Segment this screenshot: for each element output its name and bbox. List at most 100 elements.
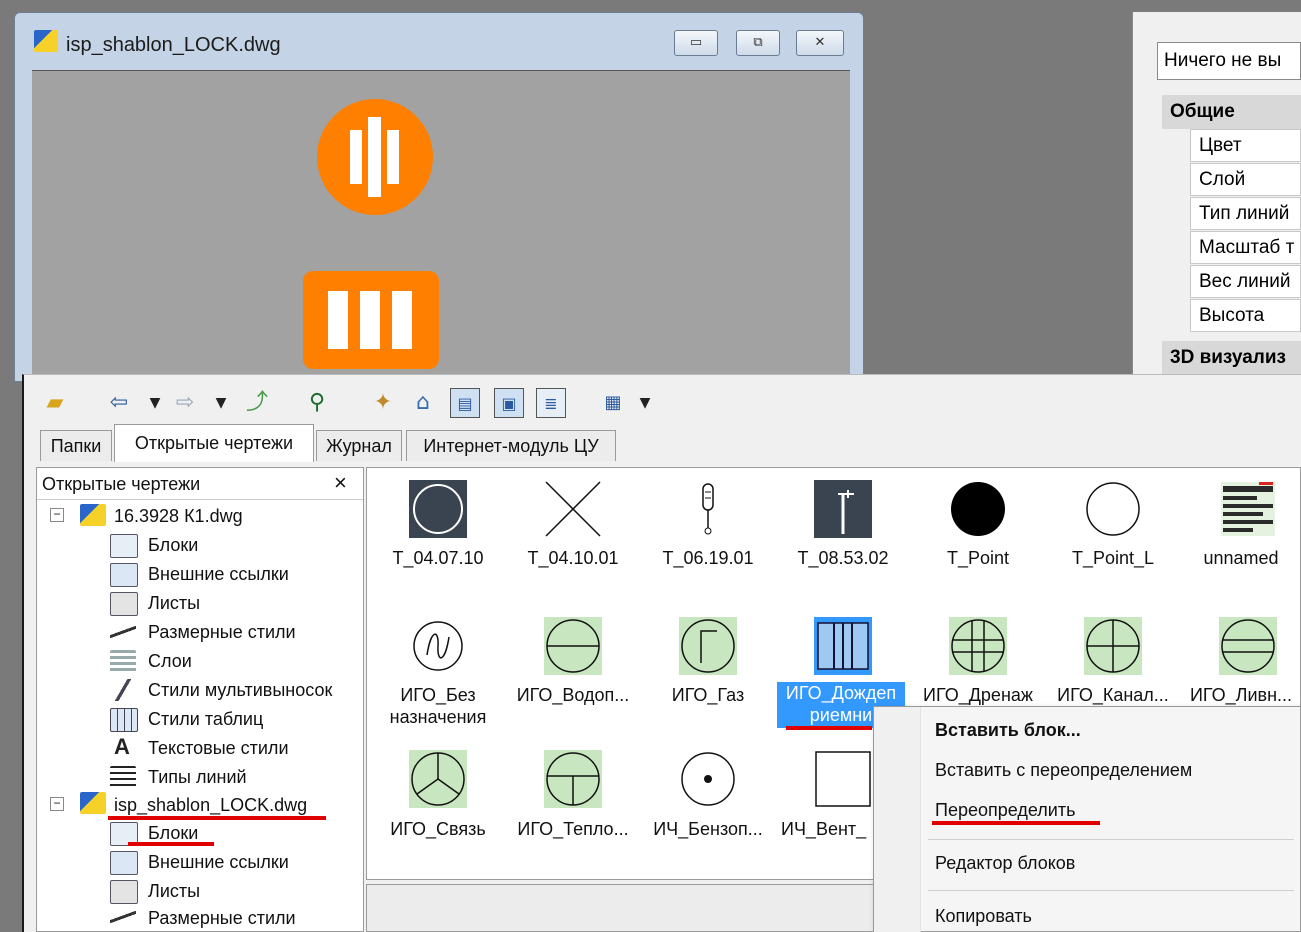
menu-item-insert-block[interactable]: Вставить блок...: [935, 720, 1081, 741]
block-label[interactable]: T_06.19.01: [641, 547, 775, 569]
annotation-underline: [786, 726, 872, 730]
tree-item[interactable]: Внешние ссылки: [148, 564, 289, 585]
tree-header-divider: [37, 499, 363, 500]
prop-row[interactable]: Слой: [1190, 163, 1301, 196]
tree-toggle-icon[interactable]: ▤: [450, 388, 480, 418]
load-folder-icon[interactable]: ▰: [40, 388, 70, 418]
block-label[interactable]: ИЧ_Бензоп...: [641, 818, 775, 840]
block-thumbnail[interactable]: [949, 480, 1007, 538]
block-label[interactable]: ИГО_Канал...: [1046, 684, 1180, 706]
block-thumbnail[interactable]: [679, 617, 737, 675]
home-icon[interactable]: ⌂: [408, 388, 438, 418]
block-thumbnail[interactable]: [814, 617, 872, 675]
tree-item[interactable]: Слои: [148, 651, 192, 672]
selection-dropdown[interactable]: Ничего не вы: [1157, 42, 1301, 80]
annotation-underline: [128, 842, 214, 846]
menu-item-block-editor[interactable]: Редактор блоков: [935, 853, 1075, 874]
tab-history[interactable]: Журнал: [316, 430, 402, 461]
block-thumbnail[interactable]: [544, 617, 602, 675]
block-thumbnail[interactable]: [544, 480, 602, 538]
tree-item[interactable]: Листы: [148, 593, 200, 614]
block-thumbnail[interactable]: [1219, 480, 1277, 538]
textstyles-icon: A: [114, 734, 130, 759]
tree-item[interactable]: Листы: [148, 881, 200, 902]
block-label[interactable]: ИЧ_Вент_: [781, 818, 873, 840]
prop-row[interactable]: Масштаб т: [1190, 231, 1301, 264]
menu-item-copy[interactable]: Копировать: [935, 906, 1032, 927]
block-label[interactable]: ИГО_Дренаж: [911, 684, 1045, 706]
tree-close-button[interactable]: ×: [334, 470, 347, 496]
prop-row[interactable]: Цвет: [1190, 129, 1301, 162]
tree-item[interactable]: Блоки: [148, 823, 198, 844]
block-label[interactable]: T_Point: [911, 547, 1045, 569]
back-arrow-icon[interactable]: ⇦: [104, 388, 134, 418]
xref-icon: [110, 851, 138, 875]
block-thumbnail[interactable]: [814, 480, 872, 538]
block-label[interactable]: unnamed: [1181, 547, 1301, 569]
tab-folders[interactable]: Папки: [40, 430, 112, 461]
description-toggle-icon[interactable]: ≣: [536, 388, 566, 418]
category-general[interactable]: Общие: [1162, 95, 1301, 129]
close-button[interactable]: ✕: [796, 30, 844, 56]
block-thumbnail[interactable]: [814, 750, 872, 808]
block-label[interactable]: ИГО_Без назначения: [373, 684, 503, 728]
tree-item[interactable]: Размерные стили: [148, 908, 296, 929]
menu-item-insert-redefine[interactable]: Вставить с переопределением: [935, 760, 1192, 781]
block-label[interactable]: ИГО_Связь: [371, 818, 505, 840]
views-icon[interactable]: ▦: [598, 388, 628, 418]
tab-open-drawings[interactable]: Открытые чертежи: [114, 424, 314, 462]
category-3d[interactable]: 3D визуализ: [1162, 341, 1301, 375]
prop-row[interactable]: Высота: [1190, 299, 1301, 332]
tree-item[interactable]: Стили таблиц: [148, 709, 263, 730]
up-folder-icon[interactable]: ⤴: [242, 388, 272, 418]
block-label[interactable]: ИГО_Тепло...: [506, 818, 640, 840]
tree-drawing-2[interactable]: isp_shablon_LOCK.dwg: [114, 795, 307, 816]
prop-row[interactable]: Вес линий: [1190, 265, 1301, 298]
favorites-icon[interactable]: ✦: [368, 388, 398, 418]
block-thumbnail[interactable]: [1219, 617, 1277, 675]
tablestyles-icon: [110, 708, 138, 732]
tree-item[interactable]: Блоки: [148, 535, 198, 556]
block-label[interactable]: T_04.10.01: [506, 547, 640, 569]
drawing-shapes: [303, 99, 439, 369]
block-label[interactable]: ИГО_Водоп...: [506, 684, 640, 706]
block-thumbnail[interactable]: [409, 750, 467, 808]
block-label[interactable]: T_08.53.02: [776, 547, 910, 569]
block-label[interactable]: ИГО_Ливн...: [1181, 684, 1301, 706]
block-thumbnail[interactable]: [679, 750, 737, 808]
block-thumbnail[interactable]: [1084, 617, 1142, 675]
block-thumbnail[interactable]: [544, 750, 602, 808]
block-thumbnail[interactable]: [409, 480, 467, 538]
expand-toggle[interactable]: −: [50, 797, 64, 811]
block-label[interactable]: T_04.07.10: [371, 547, 505, 569]
tree-item[interactable]: Текстовые стили: [148, 738, 289, 759]
prop-row[interactable]: Тип линий: [1190, 197, 1301, 230]
tree-item[interactable]: Типы линий: [148, 767, 247, 788]
dropdown-arrow-icon[interactable]: ▼: [206, 388, 236, 418]
restore-button[interactable]: ⧉: [736, 30, 780, 56]
tree-item[interactable]: Стили мультивыносок: [148, 680, 332, 701]
annotation-underline: [108, 816, 326, 820]
block-label[interactable]: T_Point_L: [1046, 547, 1180, 569]
dropdown-arrow-icon[interactable]: ▼: [140, 388, 170, 418]
expand-toggle[interactable]: −: [50, 508, 64, 522]
tree-item[interactable]: Размерные стили: [148, 622, 296, 643]
drawing-canvas[interactable]: [32, 70, 850, 383]
block-thumbnail[interactable]: [679, 480, 737, 538]
preview-toggle-icon[interactable]: ▣: [494, 388, 524, 418]
block-label[interactable]: ИГО_Газ: [641, 684, 775, 706]
minimize-button[interactable]: ▭: [674, 30, 718, 56]
block-thumbnail[interactable]: [409, 617, 467, 675]
tree-item[interactable]: Внешние ссылки: [148, 852, 289, 873]
dropdown-arrow-icon[interactable]: ▼: [630, 388, 660, 418]
block-thumbnail[interactable]: [949, 617, 1007, 675]
search-icon[interactable]: ⚲: [302, 388, 332, 418]
linetypes-icon: [110, 766, 136, 788]
block-thumbnail[interactable]: [1084, 480, 1142, 538]
forward-arrow-icon[interactable]: ⇨: [170, 388, 200, 418]
menu-item-redefine[interactable]: Переопределить: [935, 800, 1075, 821]
tab-internet-module[interactable]: Интернет-модуль ЦУ: [406, 430, 616, 461]
dimstyles-icon: [110, 906, 136, 928]
tree-drawing-1[interactable]: 16.3928 К1.dwg: [114, 506, 243, 527]
drawing-window-title: isp_shablon_LOCK.dwg: [66, 34, 281, 56]
